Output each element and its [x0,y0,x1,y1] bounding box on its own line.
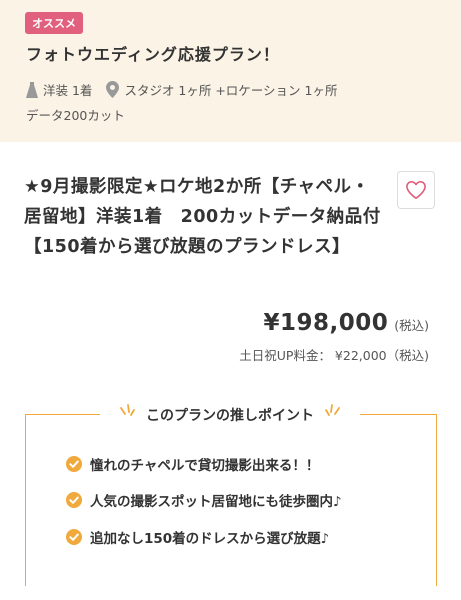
weekend-fee: 土日祝UP料金： ¥22,000（税込) [239,348,429,363]
recommend-badge: オススメ [25,12,83,34]
data-delivery: データ200カット [26,108,125,123]
plan-type-title: フォトウエディング応援プラン！ [26,45,280,64]
price-amount: ¥198,000 [263,310,389,336]
location-pin-icon [106,81,120,98]
price: ¥198,000 (税込) [263,310,429,336]
plan-meta: 洋装 1着 スタジオ 1ヶ所 +ロケーション 1ヶ所 [26,80,338,99]
point-item: 追加なし150着のドレスから選び放題♪ [66,527,329,547]
sparkle-icon [118,404,138,426]
price-tax-note: (税込) [394,318,429,333]
sparkle-icon [322,404,342,426]
point-item: 人気の撮影スポット居留地にも徒歩圏内♪ [66,490,342,510]
point-text: 人気の撮影スポット居留地にも徒歩圏内♪ [90,494,342,510]
recommend-points-heading: このプランの推しポイント [100,400,360,430]
location-info: スタジオ 1ヶ所 +ロケーション 1ヶ所 [124,83,338,98]
point-item: 憧れのチャペルで貸切撮影出来る！！ [66,454,319,474]
favorite-button[interactable] [397,171,435,209]
check-circle-icon [66,456,82,472]
heart-icon [406,181,426,199]
costume-count: 洋装 1着 [43,83,93,98]
plan-summary: オススメ フォトウエディング応援プラン！ 洋装 1着 スタジオ 1ヶ所 +ロケー… [0,0,461,142]
plan-title: ★9月撮影限定★ロケ地2か所【チャペル・居留地】洋装1着 200カットデータ納品… [24,177,399,257]
dress-icon [26,81,38,98]
check-circle-icon [66,529,82,545]
point-text: 憧れのチャペルで貸切撮影出来る！！ [90,458,320,474]
point-text: 追加なし150着のドレスから選び放題♪ [90,531,330,547]
points-heading-text: このプランの推しポイント [146,408,314,424]
check-circle-icon [66,492,82,508]
